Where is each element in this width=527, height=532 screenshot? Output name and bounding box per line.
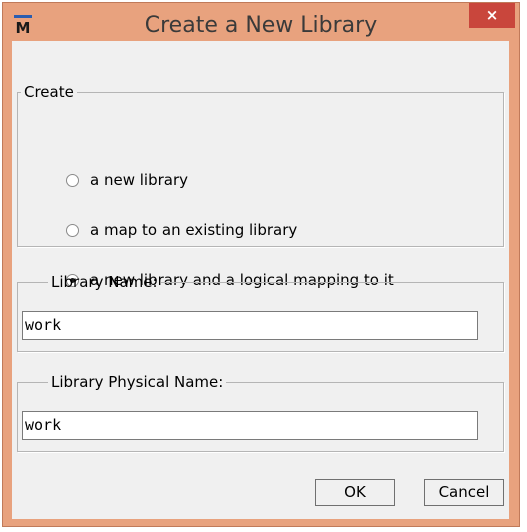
radio-label: a new library (90, 171, 188, 189)
create-group-legend: Create (24, 83, 74, 101)
dialog-window: M Create a New Library × Create a new li… (2, 2, 520, 527)
library-physical-name-legend: Library Physical Name: (51, 373, 224, 391)
dialog-title: Create a New Library (144, 13, 378, 38)
radio-map-existing-library[interactable]: a map to an existing library (66, 219, 297, 241)
radio-button[interactable] (66, 223, 79, 237)
library-physical-name-group: Library Physical Name: work (17, 373, 504, 452)
radio-new-library[interactable]: a new library (66, 169, 188, 191)
title-bar[interactable]: M Create a New Library × (3, 3, 519, 41)
library-physical-name-input[interactable]: work (22, 411, 478, 440)
cancel-button[interactable]: Cancel (424, 479, 504, 506)
dialog-body: Create a new library a map to an existin… (12, 41, 509, 519)
create-group: Create a new library a map to an existin… (17, 83, 504, 289)
ok-button[interactable]: OK (315, 479, 395, 506)
library-name-legend: Library Name: (51, 273, 158, 291)
library-name-group: Library Name: work (17, 273, 504, 352)
radio-label: a map to an existing library (90, 221, 298, 239)
radio-button[interactable] (66, 173, 79, 187)
close-button[interactable]: × (469, 3, 515, 28)
library-name-input[interactable]: work (22, 311, 478, 340)
